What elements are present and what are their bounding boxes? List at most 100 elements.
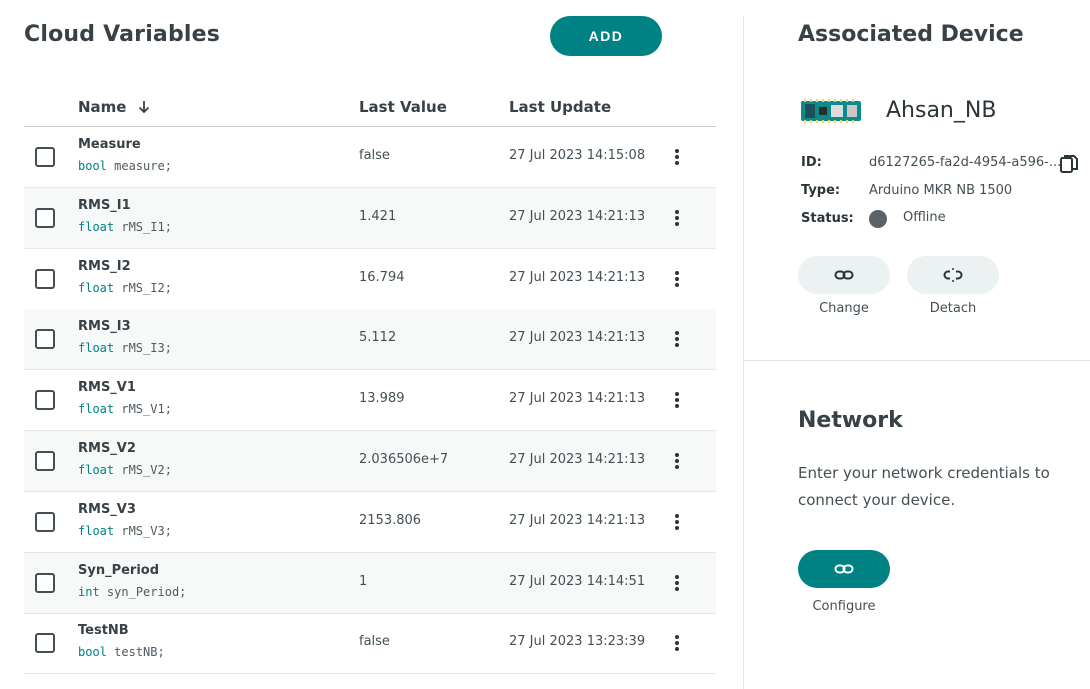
row-checkbox[interactable]: [35, 207, 55, 228]
kebab-menu-icon[interactable]: [671, 573, 683, 593]
variable-type: float: [78, 341, 115, 356]
variable-type: bool: [78, 159, 107, 173]
kebab-menu-icon[interactable]: [671, 633, 683, 653]
variable-last-update: 27 Jul 2023 14:21:13: [509, 269, 646, 285]
variable-name: RMS_V1: [78, 380, 136, 396]
device-name: Ahsan_NB: [886, 98, 997, 123]
table-row[interactable]: RMS_V2 float rMS_V2; 2.036506e+7 27 Jul 202…: [24, 431, 716, 492]
table-row[interactable]: RMS_I1float rMS_I1; 1.421 27 Jul 2023 14:2…: [24, 187, 716, 249]
table-row[interactable]: RMS_V1 float rMS_V1; 13.989 27 Jul 2023 14:…: [24, 370, 716, 432]
variable-declaration: float rMS_V3;: [78, 524, 172, 538]
variable-last-value: 2153.806: [359, 512, 422, 528]
variable-name: RMS_V3: [78, 501, 136, 517]
status-label: Status:: [801, 211, 854, 226]
configure-label[interactable]: Configure: [798, 599, 890, 614]
row-checkbox[interactable]: [35, 511, 55, 532]
variable-name: RMS_I2: [78, 258, 131, 274]
panel-divider: [743, 16, 744, 689]
detach-device-button[interactable]: [907, 256, 999, 294]
row-checkbox[interactable]: [35, 451, 55, 471]
table-row[interactable]: RMS_I3float rMS_I3; 5.112 27 Jul 2023 14:2…: [24, 309, 716, 371]
variable-identifier: rMS_I1;: [121, 219, 172, 234]
kebab-menu-icon[interactable]: [671, 329, 683, 349]
page-title: Cloud Variables: [24, 22, 221, 47]
section-divider: [744, 360, 1090, 361]
device-type: Arduino MKR NB 1500: [869, 183, 1013, 198]
variable-declaration: bool measure;: [78, 159, 172, 173]
table-row[interactable]: Measure bool measure; false 27 Jul 2023 14:…: [24, 127, 716, 188]
variable-declaration: float rMS_I1;: [78, 220, 172, 234]
variable-last-update: 27 Jul 2023 14:21:13: [509, 208, 646, 224]
network-description: Enter your network credentials to connec…: [798, 464, 1050, 509]
variable-last-value: false: [359, 634, 390, 650]
variable-last-value: false: [359, 148, 390, 163]
variable-last-value: 2.036506e+7: [359, 452, 449, 467]
id-label: ID:: [801, 155, 822, 170]
kebab-menu-icon[interactable]: [671, 390, 683, 410]
table-row[interactable]: TestNB bool testNB; false 27 Jul 2023 13:23…: [24, 613, 716, 675]
variable-last-value: 16.794: [359, 269, 405, 285]
kebab-menu-icon[interactable]: [671, 512, 683, 532]
variable-type: float: [78, 280, 115, 295]
copy-icon[interactable]: [1058, 153, 1080, 175]
link-icon: [834, 270, 854, 280]
network-title: Network: [798, 408, 903, 433]
variable-declaration: float rMS_V1;: [78, 402, 172, 416]
variable-identifier: rMS_V2;: [121, 463, 172, 477]
row-checkbox[interactable]: [35, 329, 55, 350]
kebab-menu-icon[interactable]: [671, 147, 683, 167]
variable-last-update: 27 Jul 2023 14:21:13: [509, 330, 646, 346]
status-offline-dot: [869, 210, 887, 228]
detach-label[interactable]: Detach: [907, 301, 999, 316]
variable-identifier: rMS_V1;: [121, 402, 172, 417]
kebab-menu-icon[interactable]: [671, 208, 683, 228]
variable-identifier: rMS_I2;: [121, 280, 172, 295]
variable-last-value: 1: [359, 573, 368, 589]
device-id: d6127265-fa2d-4954-a596-...: [869, 155, 1062, 170]
variable-type: float: [78, 463, 115, 477]
add-variable-button[interactable]: ADD: [550, 16, 662, 56]
cloud-variables-panel: Cloud Variables ADD Name Last Value Last…: [0, 0, 744, 689]
row-checkbox[interactable]: [35, 147, 55, 167]
variable-type: int: [78, 584, 100, 599]
variable-identifier: testNB;: [114, 645, 165, 660]
sort-down-icon[interactable]: [138, 100, 150, 114]
variable-last-update: 27 Jul 2023 14:21:13: [509, 512, 646, 528]
column-header-name[interactable]: Name: [78, 98, 150, 116]
variable-name: Measure: [78, 137, 141, 152]
type-label: Type:: [801, 183, 841, 198]
variable-last-update: 27 Jul 2023 14:15:08: [509, 148, 646, 163]
variable-type: float: [78, 523, 115, 538]
table-row[interactable]: RMS_I2float rMS_I2; 16.794 27 Jul 2023 14:…: [24, 249, 716, 310]
variable-last-update: 27 Jul 2023 13:23:39: [509, 634, 646, 650]
variable-last-update: 27 Jul 2023 14:21:13: [509, 452, 646, 467]
variable-identifier: rMS_I3;: [121, 341, 172, 356]
associated-device-title: Associated Device: [798, 22, 1024, 47]
column-header-last-update: Last Update: [509, 98, 612, 116]
table-row[interactable]: RMS_V3float rMS_V3; 2153.806 27 Jul 2023 1…: [24, 492, 716, 553]
row-checkbox[interactable]: [35, 572, 55, 593]
board-icon: [801, 99, 861, 123]
row-checkbox[interactable]: [35, 390, 55, 411]
variable-name: RMS_I1: [78, 197, 131, 213]
variable-name: TestNB: [78, 623, 129, 639]
variable-declaration: float rMS_I3;: [78, 341, 172, 355]
variable-type: float: [78, 219, 115, 234]
column-header-last-value: Last Value: [359, 98, 447, 116]
table-row[interactable]: Syn_Period int syn_Period; 1 27 Jul 2023 14…: [24, 552, 716, 614]
configure-network-button[interactable]: [798, 550, 890, 588]
variable-last-value: 13.989: [359, 391, 405, 407]
variable-last-update: 27 Jul 2023 14:14:51: [509, 573, 646, 589]
variable-name: RMS_I3: [78, 319, 131, 335]
kebab-menu-icon[interactable]: [671, 269, 683, 289]
variable-declaration: bool testNB;: [78, 645, 165, 659]
variable-name: Syn_Period: [78, 562, 160, 578]
variable-last-value: 1.421: [359, 208, 397, 224]
change-label[interactable]: Change: [798, 301, 890, 316]
change-device-button[interactable]: [798, 256, 890, 294]
row-checkbox[interactable]: [35, 633, 55, 654]
variable-last-value: 5.112: [359, 330, 397, 346]
row-checkbox[interactable]: [35, 268, 55, 289]
kebab-menu-icon[interactable]: [671, 451, 683, 471]
unlink-icon: [943, 268, 963, 282]
